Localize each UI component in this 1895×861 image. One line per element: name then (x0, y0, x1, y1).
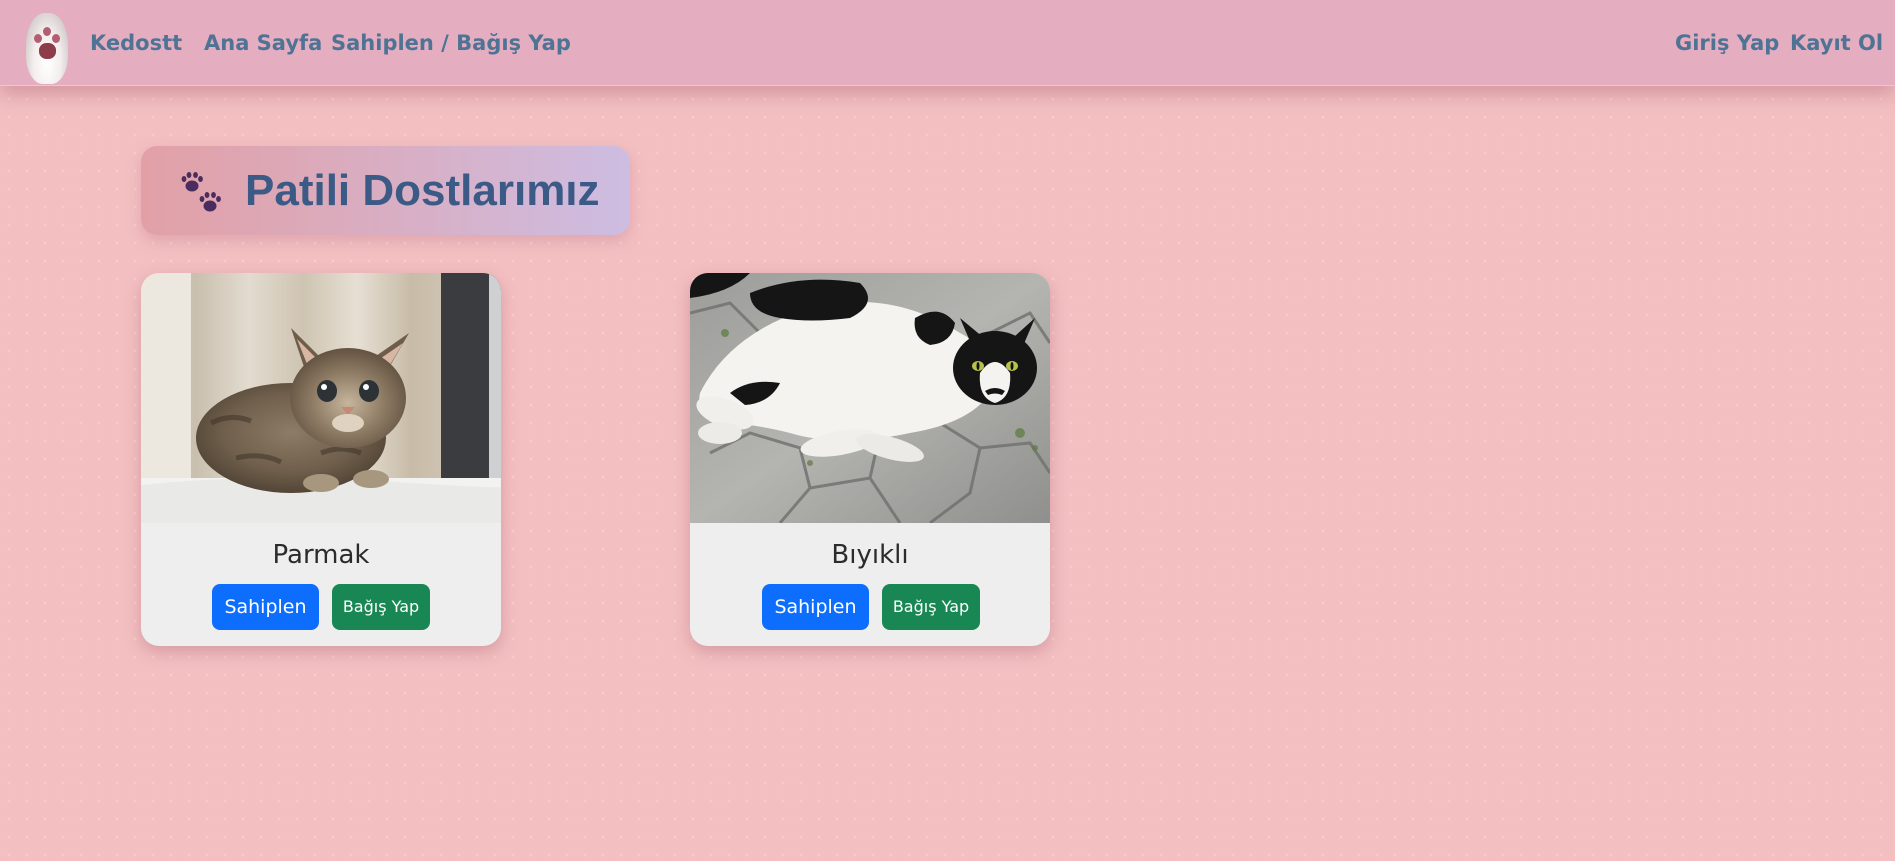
cat-paw-logo-icon[interactable] (26, 13, 68, 84)
page-title: Patili Dostlarımız (245, 166, 600, 215)
nav-adopt-donate-link[interactable]: Sahiplen / Bağış Yap (331, 29, 571, 57)
donate-button[interactable]: Bağış Yap (882, 584, 980, 630)
navbar: Kedostt Ana Sayfa Sahiplen / Bağış Yap G… (0, 0, 1895, 86)
paw-prints-icon (181, 172, 221, 212)
black-white-cat-photo (690, 273, 1050, 523)
adopt-button[interactable]: Sahiplen (212, 584, 319, 630)
tabby-kitten-photo (141, 273, 501, 523)
cat-card: Parmak Sahiplen Bağış Yap (141, 273, 501, 646)
nav-register-link[interactable]: Kayıt Ol (1790, 29, 1883, 57)
nav-home-link[interactable]: Ana Sayfa (204, 29, 322, 57)
brand-link[interactable]: Kedostt (90, 29, 182, 57)
page-title-box: Patili Dostlarımız (141, 146, 630, 235)
cat-name: Parmak (272, 540, 370, 570)
donate-button[interactable]: Bağış Yap (332, 584, 430, 630)
adopt-button[interactable]: Sahiplen (762, 584, 869, 630)
nav-login-link[interactable]: Giriş Yap (1675, 29, 1779, 57)
cat-card: Bıyıklı Sahiplen Bağış Yap (690, 273, 1050, 646)
cat-name: Bıyıklı (831, 540, 909, 570)
